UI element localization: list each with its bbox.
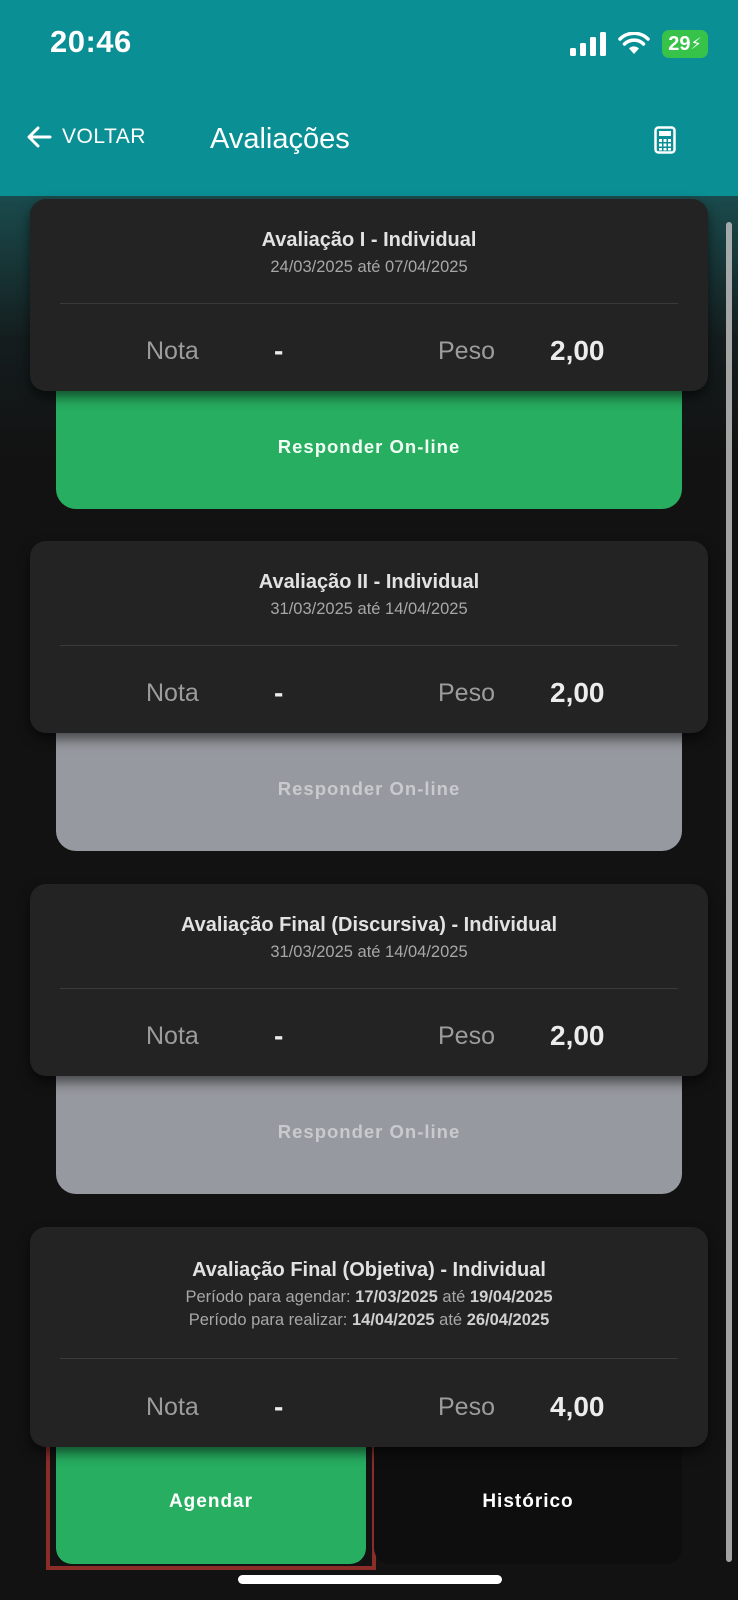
peso-value: 4,00 xyxy=(550,1391,605,1422)
evaluation-card: Avaliação Final (Discursiva) - Individua… xyxy=(30,884,708,1076)
agendar-separator: até xyxy=(442,1288,466,1306)
nota-value: - xyxy=(274,1391,284,1422)
wifi-icon xyxy=(618,32,650,54)
agendar-button[interactable]: Agendar xyxy=(56,1440,366,1564)
card-title: Avaliação Final (Discursiva) - Individua… xyxy=(180,914,558,936)
bottom-actions: Agendar Histórico xyxy=(46,1432,682,1570)
card-dates: 24/03/2025 até 07/04/2025 xyxy=(270,258,468,276)
peso-label: Peso xyxy=(438,1393,495,1421)
realizar-period-label: Período para realizar: xyxy=(188,1311,348,1329)
card-divider xyxy=(60,303,678,304)
nota-value: - xyxy=(274,677,284,708)
card-title: Avaliação Final (Objetiva) - Individual xyxy=(192,1259,546,1281)
status-icons: 29 ⚡ xyxy=(570,30,708,58)
scrollbar[interactable] xyxy=(726,222,732,1562)
nota-label: Nota xyxy=(146,337,199,365)
card-divider xyxy=(60,988,678,989)
status-time: 20:46 xyxy=(50,24,132,59)
battery-icon: 29 ⚡ xyxy=(662,30,708,58)
peso-label: Peso xyxy=(438,337,495,365)
card-divider xyxy=(60,1358,678,1359)
back-label: VOLTAR xyxy=(62,125,146,148)
card-divider xyxy=(60,645,678,646)
agendar-period: Período para agendar: 17/03/2025 até 19/… xyxy=(30,1288,708,1307)
agendar-end-date: 19/04/2025 xyxy=(469,1288,553,1306)
home-indicator[interactable] xyxy=(238,1575,502,1584)
evaluation-card: Avaliação II - Individual 31/03/2025 até… xyxy=(30,541,708,733)
agendar-start-date: 17/03/2025 xyxy=(355,1288,438,1306)
card-dates: 31/03/2025 até 14/04/2025 xyxy=(270,943,468,961)
calculator-icon xyxy=(654,126,676,154)
card-dates: 31/03/2025 até 14/04/2025 xyxy=(270,600,468,618)
nota-label: Nota xyxy=(146,679,199,707)
nota-value: - xyxy=(274,1020,284,1051)
responder-online-button[interactable]: Responder On-line xyxy=(56,385,682,509)
realizar-separator: até xyxy=(439,1311,463,1329)
app-header: 20:46 29 ⚡ VOLTAR Avaliações xyxy=(0,0,738,196)
peso-label: Peso xyxy=(438,1022,495,1050)
responder-online-button[interactable]: Responder On-line xyxy=(56,727,682,851)
nota-label: Nota xyxy=(146,1393,199,1421)
peso-value: 2,00 xyxy=(550,335,605,366)
realizar-end-date: 26/04/2025 xyxy=(466,1311,550,1329)
realizar-period: Período para realizar: 14/04/2025 até 26… xyxy=(30,1311,708,1330)
responder-online-button[interactable]: Responder On-line xyxy=(56,1070,682,1194)
nota-value: - xyxy=(274,335,284,366)
peso-value: 2,00 xyxy=(550,677,605,708)
nota-label: Nota xyxy=(146,1022,199,1050)
evaluation-card: Avaliação I - Individual 24/03/2025 até … xyxy=(30,199,708,391)
peso-value: 2,00 xyxy=(550,1020,605,1051)
back-button[interactable]: VOLTAR xyxy=(26,124,146,150)
evaluation-card: Avaliação Final (Objetiva) - Individual … xyxy=(30,1227,708,1447)
arrow-left-icon xyxy=(27,126,52,148)
page-title: Avaliações xyxy=(210,123,350,155)
signal-icon xyxy=(570,32,606,56)
card-title: Avaliação I - Individual xyxy=(261,229,477,251)
historico-button[interactable]: Histórico xyxy=(374,1440,682,1564)
peso-label: Peso xyxy=(438,679,495,707)
calculator-button[interactable] xyxy=(654,126,676,159)
realizar-start-date: 14/04/2025 xyxy=(351,1311,435,1329)
agendar-period-label: Período para agendar: xyxy=(185,1288,351,1306)
card-title: Avaliação II - Individual xyxy=(258,571,480,593)
battery-level: 29 xyxy=(668,32,691,55)
